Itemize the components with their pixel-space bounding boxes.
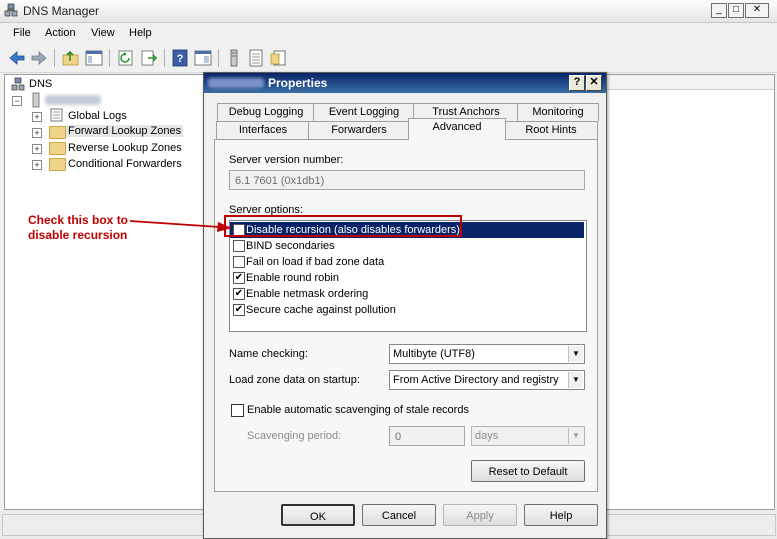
tree-item-conditional-forwarders[interactable]: Conditional Forwarders xyxy=(68,158,182,170)
dialog-help-button[interactable]: ? xyxy=(569,75,585,91)
checkbox-secure-cache[interactable]: ✔ xyxy=(233,304,245,316)
scavenging-period-label: Scavenging period: xyxy=(247,430,342,442)
reset-to-default-button[interactable]: Reset to Default xyxy=(471,460,585,482)
tab-debug-logging[interactable]: Debug Logging xyxy=(217,103,315,121)
folder-icon xyxy=(49,126,66,139)
details-pane xyxy=(604,74,775,510)
refresh-icon[interactable] xyxy=(116,48,136,68)
load-zone-select[interactable]: From Active Directory and registry ▼ xyxy=(389,370,585,390)
option-fail-on-load[interactable]: Fail on load if bad zone data xyxy=(230,254,584,270)
action-pane-icon[interactable] xyxy=(193,48,213,68)
properties-icon[interactable] xyxy=(268,48,288,68)
tab-interfaces[interactable]: Interfaces xyxy=(216,121,310,139)
expand-forward-lookup-zones[interactable]: + xyxy=(32,128,42,138)
dns-manager-window: DNS Manager _ □ ✕ File Action View Help xyxy=(0,0,777,539)
option-secure-cache[interactable]: ✔ Secure cache against pollution xyxy=(230,302,584,318)
properties-dialog: Properties ? ✕ Debug Logging Event Loggi… xyxy=(203,72,607,539)
dialog-title: Properties xyxy=(268,76,328,90)
dropdown-arrow-icon[interactable]: ▼ xyxy=(568,372,583,388)
version-field: 6.1 7601 (0x1db1) xyxy=(229,170,585,190)
annotation-highlight-box xyxy=(224,215,462,237)
tree-item-global-logs[interactable]: Global Logs xyxy=(68,110,127,122)
tree-item-reverse-lookup-zones[interactable]: Reverse Lookup Zones xyxy=(68,142,182,154)
window-title: DNS Manager xyxy=(23,4,100,18)
minimize-button[interactable]: _ xyxy=(711,3,727,18)
name-checking-label: Name checking: xyxy=(229,348,308,360)
dialog-title-bar: Properties ? ✕ xyxy=(204,73,606,93)
back-arrow-icon[interactable] xyxy=(7,48,27,68)
checkbox-round-robin[interactable]: ✔ xyxy=(233,272,245,284)
ok-button[interactable]: OK xyxy=(281,504,355,526)
version-label: Server version number: xyxy=(229,154,344,166)
expand-global-logs[interactable]: + xyxy=(32,112,42,122)
tree-root-dns[interactable]: DNS xyxy=(29,78,52,90)
scavenging-period-input: 0 xyxy=(389,426,465,446)
folder-icon xyxy=(49,142,66,155)
menu-file[interactable]: File xyxy=(13,27,31,39)
tab-monitoring[interactable]: Monitoring xyxy=(517,103,599,121)
dns-root-icon xyxy=(11,77,25,91)
list-view-icon[interactable] xyxy=(246,48,266,68)
up-folder-icon[interactable] xyxy=(61,48,81,68)
menu-view[interactable]: View xyxy=(91,27,115,39)
toolbar: ? xyxy=(0,44,777,73)
export-list-icon[interactable] xyxy=(139,48,159,68)
tab-advanced[interactable]: Advanced xyxy=(408,118,506,140)
scavenging-label[interactable]: Enable automatic scavenging of stale rec… xyxy=(247,404,469,416)
load-zone-label: Load zone data on startup: xyxy=(229,374,360,386)
menu-help[interactable]: Help xyxy=(129,27,152,39)
redacted-server-name xyxy=(208,78,264,88)
dialog-close-button[interactable]: ✕ xyxy=(586,75,602,91)
annotation-arrow-icon xyxy=(129,220,232,232)
redacted-server-name xyxy=(45,95,101,105)
server-icon xyxy=(32,92,40,108)
folder-icon xyxy=(49,158,66,171)
collapse-server-toggle[interactable]: − xyxy=(12,96,22,106)
help-icon[interactable]: ? xyxy=(170,48,190,68)
option-bind-secondaries[interactable]: BIND secondaries xyxy=(230,238,584,254)
option-netmask-ordering[interactable]: ✔ Enable netmask ordering xyxy=(230,286,584,302)
tab-forwarders[interactable]: Forwarders xyxy=(308,121,410,139)
status-cell xyxy=(2,514,204,536)
tree-item-forward-lookup-zones[interactable]: Forward Lookup Zones xyxy=(66,125,184,137)
show-hide-console-tree-icon[interactable] xyxy=(84,48,104,68)
scavenging-unit-select: days ▼ xyxy=(471,426,585,446)
log-book-icon xyxy=(50,108,63,122)
option-round-robin[interactable]: ✔ Enable round robin xyxy=(230,270,584,286)
advanced-tab-panel: Server version number: 6.1 7601 (0x1db1)… xyxy=(214,139,598,492)
expand-reverse-lookup-zones[interactable]: + xyxy=(32,144,42,154)
tab-root-hints[interactable]: Root Hints xyxy=(504,121,598,139)
expand-conditional-forwarders[interactable]: + xyxy=(32,160,42,170)
dns-app-icon xyxy=(4,3,18,17)
apply-button: Apply xyxy=(443,504,517,526)
dropdown-arrow-icon[interactable]: ▼ xyxy=(568,346,583,362)
svg-text:?: ? xyxy=(177,53,184,65)
forward-arrow-icon[interactable] xyxy=(29,48,49,68)
close-button[interactable]: ✕ xyxy=(745,3,769,18)
checkbox-netmask-ordering[interactable]: ✔ xyxy=(233,288,245,300)
server-icon[interactable] xyxy=(224,48,244,68)
menu-bar: File Action View Help xyxy=(0,23,777,44)
tab-event-logging[interactable]: Event Logging xyxy=(313,103,415,121)
column-header[interactable] xyxy=(605,75,774,90)
checkbox-bind-secondaries[interactable] xyxy=(233,240,245,252)
name-checking-select[interactable]: Multibyte (UTF8) ▼ xyxy=(389,344,585,364)
status-cell xyxy=(604,514,776,536)
console-tree: DNS − + Global Logs + Forward Lookup Zon… xyxy=(4,74,204,510)
menu-action[interactable]: Action xyxy=(45,27,76,39)
scavenging-checkbox[interactable] xyxy=(231,404,244,417)
cancel-button[interactable]: Cancel xyxy=(362,504,436,526)
maximize-button[interactable]: □ xyxy=(728,3,744,18)
title-bar: DNS Manager _ □ ✕ xyxy=(0,0,777,23)
checkbox-fail-on-load[interactable] xyxy=(233,256,245,268)
help-button[interactable]: Help xyxy=(524,504,598,526)
dropdown-arrow-icon: ▼ xyxy=(568,428,583,444)
